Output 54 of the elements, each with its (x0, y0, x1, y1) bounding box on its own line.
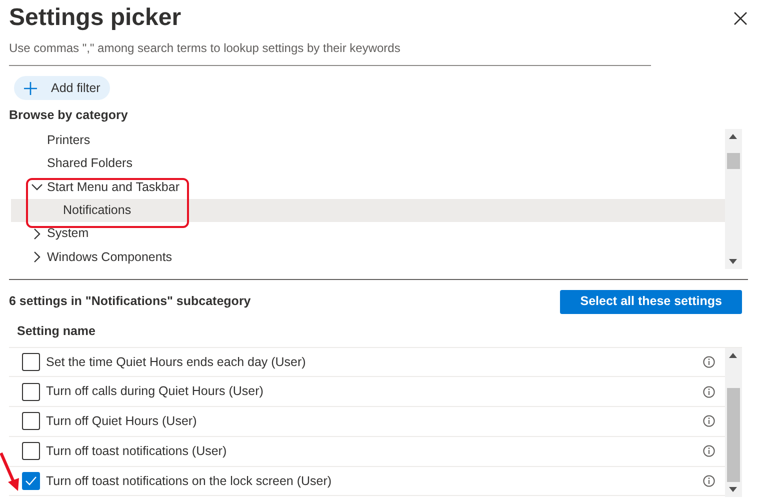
setting-row[interactable]: Turn off Quiet Hours (User) (9, 407, 725, 437)
add-filter-button[interactable]: Add filter (14, 76, 110, 100)
tree-item[interactable]: Printers (11, 128, 725, 152)
setting-name: Turn off Quiet Hours (User) (46, 413, 198, 430)
scrollbar-thumb[interactable] (727, 388, 740, 482)
scrollbar[interactable] (725, 348, 742, 496)
tree-item-label: Shared Folders (47, 155, 132, 172)
setting-row[interactable]: Turn off toast notifications (User) (9, 436, 725, 467)
tree-item-label: Windows Components (47, 248, 172, 266)
setting-name: Set the time Quiet Hours ends each day (User) (46, 354, 307, 371)
select-all-button[interactable]: Select all these settings (560, 290, 742, 314)
tree-item[interactable]: Notifications (11, 198, 725, 222)
setting-name: Turn off toast notifications (User) (46, 442, 228, 460)
tree-item[interactable]: Start Menu and Taskbar (11, 175, 725, 199)
plus-icon (24, 82, 37, 94)
panel-title: Settings picker (9, 3, 182, 33)
checkbox[interactable] (22, 412, 40, 430)
setting-name: Turn off calls during Quiet Hours (User) (46, 383, 264, 400)
search-field[interactable]: Use commas "," among search terms to lookup settings by their keywords (9, 36, 651, 66)
setting-row[interactable]: Turn off calls during Quiet Hours (User) (9, 377, 725, 408)
setting-row[interactable]: Set the time Quiet Hours ends each day (User) (9, 348, 725, 378)
column-header: Setting name (17, 322, 96, 340)
scrollbar-thumb[interactable] (727, 152, 740, 169)
scrollbar[interactable] (725, 128, 742, 269)
tree-item[interactable]: Shared Folders (11, 152, 725, 176)
info-icon[interactable] (703, 386, 715, 398)
annotation-arrow (0, 452, 20, 492)
checkbox[interactable] (22, 382, 40, 401)
setting-row[interactable]: Turn off toast notifications on the lock screen (User) (9, 466, 725, 496)
tree-item[interactable]: Windows Components (11, 245, 725, 269)
chevron-right-icon[interactable] (31, 228, 43, 240)
checkbox[interactable] (22, 442, 40, 460)
setting-name: Turn off toast notifications on the lock screen (User) (46, 472, 333, 490)
section-heading: Browse by category (9, 107, 129, 124)
info-icon[interactable] (703, 415, 715, 428)
chevron-right-icon[interactable] (31, 251, 43, 264)
settings-summary: 6 settings in "Notifications" subcategory (9, 293, 251, 310)
checkmark-icon (25, 476, 37, 486)
info-icon[interactable] (703, 475, 715, 488)
scroll-down-icon[interactable] (729, 486, 737, 492)
search-placeholder: Use commas "," among search terms to lookup settings by their keywords (9, 41, 400, 55)
tree-item-label: System (47, 225, 89, 242)
close-icon[interactable] (734, 12, 747, 25)
checkbox[interactable] (22, 472, 40, 490)
info-icon[interactable] (703, 445, 715, 458)
tree-item[interactable]: System (11, 222, 725, 246)
tree-item-label: Notifications (63, 202, 132, 220)
scroll-up-icon[interactable] (729, 352, 737, 358)
scroll-down-icon[interactable] (729, 258, 737, 264)
tree-item-label: Printers (47, 132, 90, 150)
checkbox[interactable] (22, 352, 40, 371)
info-icon[interactable] (703, 356, 715, 368)
tree-item-label: Start Menu and Taskbar (47, 178, 180, 196)
scroll-up-icon[interactable] (729, 134, 737, 139)
